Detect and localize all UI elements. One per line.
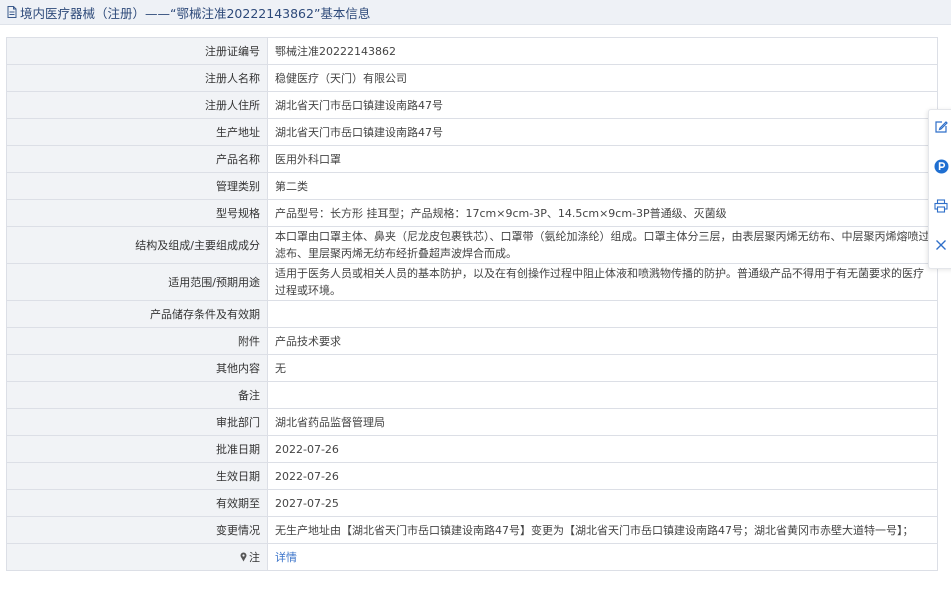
table-row: 审批部门 湖北省药品监督管理局: [6, 408, 938, 436]
row-value: 2022-07-26: [267, 462, 938, 490]
row-value: 产品型号：长方形 挂耳型；产品规格：17cm×9cm-3P、14.5cm×9cm…: [267, 199, 938, 227]
row-label: 注册人名称: [6, 64, 268, 92]
document-icon: [6, 6, 18, 18]
table-row: 注册证编号 鄂械注准20222143862: [6, 37, 938, 65]
table-row: 注册人住所 湖北省天门市岳口镇建设南路47号: [6, 91, 938, 119]
table-row: 有效期至 2027-07-25: [6, 489, 938, 517]
row-label: 注册证编号: [6, 37, 268, 65]
row-label: 生产地址: [6, 118, 268, 146]
table-row: 附件 产品技术要求: [6, 327, 938, 355]
row-value: 第二类: [267, 172, 938, 200]
table-row: 其他内容 无: [6, 354, 938, 382]
page-title: 境内医疗器械（注册）——“鄂械注准20222143862”基本信息: [20, 5, 371, 21]
table-row: 型号规格 产品型号：长方形 挂耳型；产品规格：17cm×9cm-3P、14.5c…: [6, 199, 938, 227]
row-label: 其他内容: [6, 354, 268, 382]
row-value: 详情: [267, 543, 938, 571]
row-value: 本口罩由口罩主体、鼻夹（尼龙皮包裹铁芯）、口罩带（氨纶加涤纶）组成。口罩主体分三…: [267, 226, 938, 264]
row-value: 湖北省天门市岳口镇建设南路47号: [267, 91, 938, 119]
table-row: 产品名称 医用外科口罩: [6, 145, 938, 173]
row-label: 结构及组成/主要组成成分: [6, 226, 268, 264]
row-value: 无: [267, 354, 938, 382]
row-value: 产品技术要求: [267, 327, 938, 355]
row-value: 2022-07-26: [267, 435, 938, 463]
row-label: 审批部门: [6, 408, 268, 436]
row-label: 注册人住所: [6, 91, 268, 119]
table-row: 生效日期 2022-07-26: [6, 462, 938, 490]
row-label: 附件: [6, 327, 268, 355]
table-row: 注册人名称 稳健医疗（天门）有限公司: [6, 64, 938, 92]
row-value: 2027-07-25: [267, 489, 938, 517]
close-icon[interactable]: [933, 237, 949, 253]
row-label: 型号规格: [6, 199, 268, 227]
row-value: 无生产地址由【湖北省天门市岳口镇建设南路47号】变更为【湖北省天门市岳口镇建设南…: [267, 516, 938, 544]
row-label: 有效期至: [6, 489, 268, 517]
table-row: 适用范围/预期用途 适用于医务人员或相关人员的基本防护，以及在有创操作过程中阻止…: [6, 263, 938, 301]
table-row: 注 详情: [6, 543, 938, 571]
parking-icon[interactable]: [933, 158, 949, 174]
row-value: 适用于医务人员或相关人员的基本防护，以及在有创操作过程中阻止体液和喷溅物传播的防…: [267, 263, 938, 301]
table-row: 管理类别 第二类: [6, 172, 938, 200]
row-value: [267, 300, 938, 328]
table-row: 产品储存条件及有效期: [6, 300, 938, 328]
row-label: 备注: [6, 381, 268, 409]
print-icon[interactable]: [933, 198, 949, 214]
note-label-text: 注: [249, 551, 260, 564]
note-label-cell: 注: [6, 543, 268, 571]
row-label: 批准日期: [6, 435, 268, 463]
edit-icon[interactable]: [933, 119, 949, 135]
table-row: 批准日期 2022-07-26: [6, 435, 938, 463]
row-value: 湖北省药品监督管理局: [267, 408, 938, 436]
page-header: 境内医疗器械（注册）——“鄂械注准20222143862”基本信息: [0, 0, 951, 25]
row-value: [267, 381, 938, 409]
row-label: 适用范围/预期用途: [6, 263, 268, 301]
row-label: 产品储存条件及有效期: [6, 300, 268, 328]
info-table: 注册证编号 鄂械注准20222143862 注册人名称 稳健医疗（天门）有限公司…: [6, 37, 938, 571]
floating-toolbar: [928, 109, 951, 269]
table-row: 备注: [6, 381, 938, 409]
table-row: 结构及组成/主要组成成分 本口罩由口罩主体、鼻夹（尼龙皮包裹铁芯）、口罩带（氨纶…: [6, 226, 938, 264]
row-label: 生效日期: [6, 462, 268, 490]
row-value: 稳健医疗（天门）有限公司: [267, 64, 938, 92]
row-value: 湖北省天门市岳口镇建设南路47号: [267, 118, 938, 146]
row-label: 变更情况: [6, 516, 268, 544]
row-label: 产品名称: [6, 145, 268, 173]
row-value: 鄂械注准20222143862: [267, 37, 938, 65]
note-label: 注: [239, 549, 260, 565]
row-label: 管理类别: [6, 172, 268, 200]
detail-link[interactable]: 详情: [275, 551, 297, 564]
pin-icon: [239, 552, 248, 562]
table-row: 生产地址 湖北省天门市岳口镇建设南路47号: [6, 118, 938, 146]
table-row: 变更情况 无生产地址由【湖北省天门市岳口镇建设南路47号】变更为【湖北省天门市岳…: [6, 516, 938, 544]
row-value: 医用外科口罩: [267, 145, 938, 173]
